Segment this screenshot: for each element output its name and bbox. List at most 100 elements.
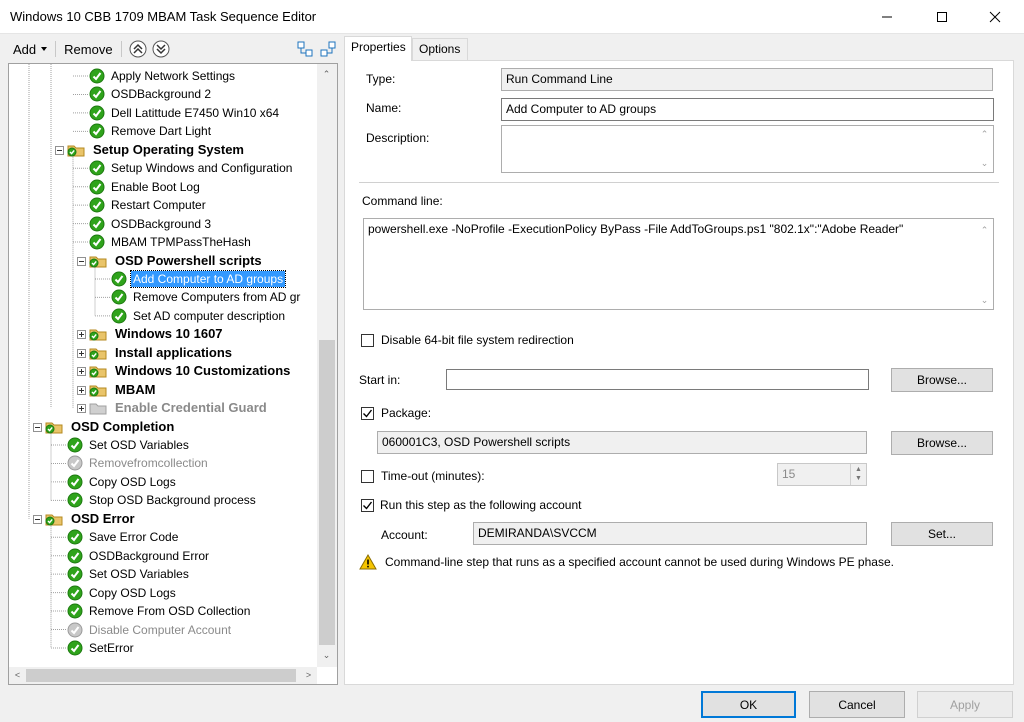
tree-step[interactable]: Disable Computer Account — [67, 621, 233, 639]
tree-step[interactable]: OSDBackground Error — [67, 547, 211, 565]
stepper-arrows[interactable]: ▲ ▼ — [850, 464, 866, 485]
tab-properties[interactable]: Properties — [344, 36, 412, 61]
scroll-left-icon[interactable]: < — [9, 667, 26, 684]
stepper-up-icon[interactable]: ▲ — [851, 466, 866, 473]
tree-step[interactable]: Dell Latittude E7450 Win10 x64 — [89, 104, 281, 122]
name-input[interactable]: Add Computer to AD groups — [501, 98, 994, 121]
tree-step[interactable]: Add Computer to AD groups — [111, 269, 287, 288]
tree-step[interactable]: Removefromcollection — [67, 454, 210, 472]
tree-step[interactable]: Apply Network Settings — [89, 67, 237, 85]
tree-group[interactable]: Enable Credential Guard — [89, 399, 269, 417]
tree-expander[interactable] — [77, 385, 86, 395]
tree-step[interactable]: OSDBackground 3 — [89, 215, 213, 233]
expand-all-button[interactable] — [295, 39, 315, 59]
timeout-stepper[interactable]: 15 ▲ ▼ — [777, 463, 867, 486]
tree-step[interactable]: Setup Windows and Configuration — [89, 159, 294, 177]
tree-step[interactable]: Set AD computer description — [111, 307, 287, 325]
warning-icon — [359, 554, 377, 570]
tree-step[interactable]: Remove Computers from AD gr — [111, 288, 302, 306]
start-in-input[interactable] — [446, 369, 869, 390]
tree-step[interactable]: Copy OSD Logs — [67, 584, 178, 602]
scroll-right-icon[interactable]: > — [300, 667, 317, 684]
package-field: 060001C3, OSD Powershell scripts — [377, 431, 867, 454]
name-label: Name: — [366, 101, 402, 115]
checkmark-icon — [89, 160, 105, 176]
disable-64bit-label: Disable 64-bit file system redirection — [381, 333, 574, 347]
scroll-down-icon[interactable]: ⌄ — [318, 647, 335, 664]
tree-vertical-scrollbar[interactable]: ⌃ ⌄ — [317, 64, 337, 667]
tree-item-label: Setup Windows and Configuration — [111, 161, 293, 176]
run-as-checkbox[interactable] — [361, 499, 374, 512]
description-scrollbar[interactable]: ⌃ ⌄ — [976, 126, 993, 172]
checkmark-icon — [89, 105, 105, 121]
remove-button[interactable]: Remove — [59, 38, 117, 60]
tree-expander[interactable] — [77, 330, 86, 340]
tree-expander[interactable] — [77, 404, 86, 414]
description-textarea[interactable]: ⌃ ⌄ — [501, 125, 994, 173]
move-up-button[interactable] — [128, 39, 148, 59]
tree-step[interactable]: Restart Computer — [89, 196, 208, 214]
package-browse-button[interactable]: Browse... — [891, 431, 993, 455]
apply-button[interactable]: Apply — [917, 691, 1013, 718]
scroll-up-icon[interactable]: ⌃ — [318, 66, 335, 83]
tree-group[interactable]: OSD Completion — [45, 418, 176, 436]
scrollbar-thumb[interactable] — [319, 340, 335, 645]
tree-step[interactable]: Remove Dart Light — [89, 122, 213, 140]
tree-item-label: Stop OSD Background process — [89, 493, 256, 508]
package-checkbox[interactable] — [361, 407, 374, 420]
disable-64bit-checkbox[interactable] — [361, 334, 374, 347]
checkmark-icon — [111, 308, 127, 324]
tree-step[interactable]: Set OSD Variables — [67, 565, 191, 583]
tree-step[interactable]: Remove From OSD Collection — [67, 602, 252, 620]
checkmark-icon — [363, 501, 373, 510]
cancel-button[interactable]: Cancel — [809, 691, 905, 718]
tree-step[interactable]: Set OSD Variables — [67, 436, 191, 454]
tree-group[interactable]: OSD Powershell scripts — [89, 252, 264, 270]
add-button-label: Add — [13, 41, 37, 57]
command-line-textarea[interactable]: powershell.exe -NoProfile -ExecutionPoli… — [363, 218, 994, 310]
tree-item-label: Set OSD Variables — [89, 567, 189, 582]
tree-step[interactable]: Stop OSD Background process — [67, 491, 258, 509]
scroll-up-icon[interactable]: ⌃ — [976, 225, 993, 236]
minimize-button[interactable] — [864, 0, 910, 34]
command-line-scrollbar[interactable]: ⌃ ⌄ — [976, 219, 993, 309]
scroll-up-icon[interactable]: ⌃ — [976, 129, 993, 140]
scroll-down-icon[interactable]: ⌄ — [976, 295, 993, 306]
move-down-icon — [152, 40, 170, 58]
add-button[interactable]: Add — [8, 38, 52, 60]
tree-expander[interactable] — [33, 422, 42, 432]
scrollbar-thumb[interactable] — [26, 669, 296, 682]
tree-step[interactable]: Copy OSD Logs — [67, 473, 178, 491]
collapse-all-button[interactable] — [318, 39, 338, 59]
stepper-down-icon[interactable]: ▼ — [851, 475, 866, 482]
tree-group[interactable]: MBAM — [89, 381, 157, 399]
tree-group[interactable]: Install applications — [89, 344, 234, 362]
tree-step[interactable]: MBAM TPMPassTheHash — [89, 233, 253, 251]
start-in-browse-button[interactable]: Browse... — [891, 368, 993, 392]
set-account-button[interactable]: Set... — [891, 522, 993, 546]
close-button[interactable] — [972, 0, 1018, 34]
task-sequence-tree[interactable]: Apply Network Settings OSDBackground 2 Del… — [8, 63, 338, 685]
tree-expander[interactable] — [55, 145, 64, 155]
scroll-down-icon[interactable]: ⌄ — [976, 158, 993, 169]
tab-options[interactable]: Options — [412, 38, 468, 60]
tree-item-label: Windows 10 1607 — [115, 326, 223, 342]
tree-expander[interactable] — [77, 256, 86, 266]
timeout-checkbox[interactable] — [361, 470, 374, 483]
ok-button[interactable]: OK — [701, 691, 796, 718]
tree-expander[interactable] — [77, 367, 86, 377]
tree-horizontal-scrollbar[interactable]: < > — [9, 667, 317, 684]
tree-expander[interactable] — [33, 514, 42, 524]
tree-step[interactable]: SetError — [67, 639, 136, 657]
tree-expander[interactable] — [77, 348, 86, 358]
properties-panel: Type: Run Command Line Name: Add Compute… — [344, 60, 1014, 685]
tree-group[interactable]: Windows 10 Customizations — [89, 362, 292, 380]
tree-step[interactable]: Enable Boot Log — [89, 178, 202, 196]
tree-group[interactable]: OSD Error — [45, 510, 137, 528]
tree-step[interactable]: OSDBackground 2 — [89, 85, 213, 103]
maximize-button[interactable] — [919, 0, 965, 34]
move-down-button[interactable] — [151, 39, 171, 59]
tree-step[interactable]: Save Error Code — [67, 528, 180, 546]
tree-group[interactable]: Setup Operating System — [67, 141, 246, 159]
tree-group[interactable]: Windows 10 1607 — [89, 325, 225, 343]
